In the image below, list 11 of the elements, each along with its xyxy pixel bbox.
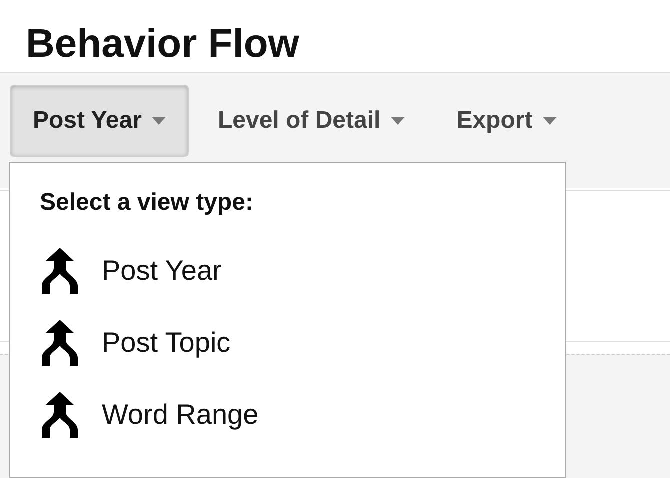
toolbar-dropdown-button[interactable]: Level of Detail bbox=[194, 85, 428, 157]
toolbar-dropdown-button[interactable]: Post Year bbox=[10, 85, 189, 157]
toolbar-dropdown-button[interactable]: Export bbox=[434, 85, 580, 157]
caret-icon bbox=[542, 117, 557, 125]
merge-arrow-icon bbox=[40, 392, 80, 438]
menu-heading: Select a view type: bbox=[40, 188, 254, 218]
page-title: Behavior Flow bbox=[25, 21, 300, 68]
merge-arrow-icon bbox=[40, 320, 80, 366]
caret-icon bbox=[152, 117, 166, 125]
caret-icon bbox=[390, 117, 405, 125]
merge-arrow-icon bbox=[40, 248, 80, 294]
